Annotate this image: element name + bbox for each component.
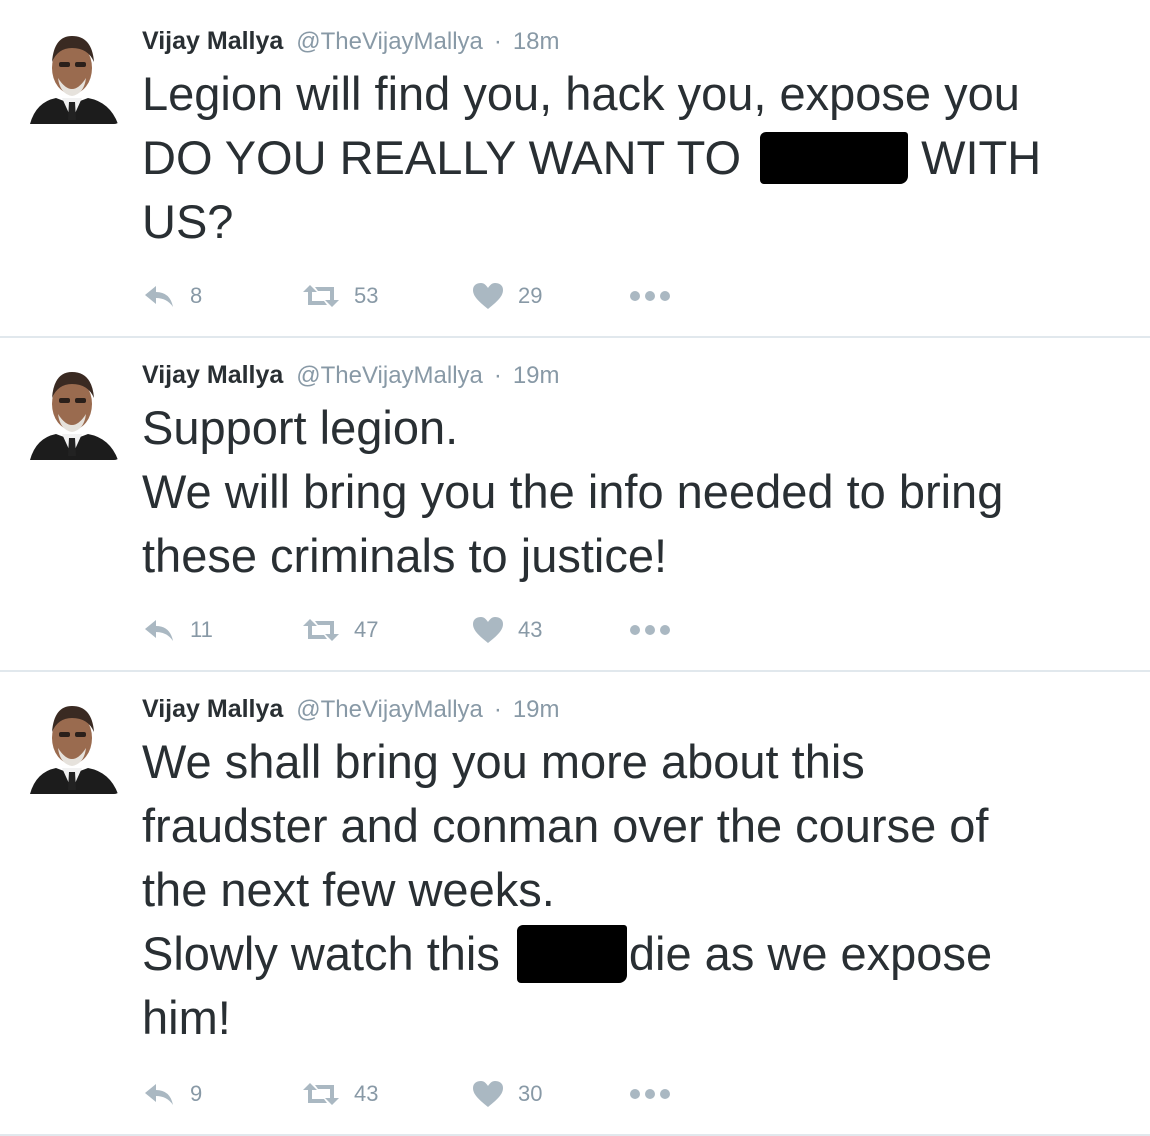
avatar[interactable]: [22, 24, 122, 124]
like-count: 30: [518, 1081, 543, 1106]
retweet-icon: [303, 619, 339, 641]
timestamp[interactable]: 18m: [513, 28, 560, 55]
avatar[interactable]: [22, 694, 122, 794]
reply-button[interactable]: 9: [142, 1076, 202, 1112]
more-options-button[interactable]: [629, 278, 671, 314]
timestamp[interactable]: 19m: [513, 696, 560, 723]
like-button[interactable]: 43: [472, 612, 542, 648]
tweet-header: Vijay Mallya @TheVijayMallya · 19m: [142, 360, 560, 390]
tweet-text-line: We shall bring you more about this: [142, 735, 865, 788]
tweet[interactable]: Vijay Mallya @TheVijayMallya · 19m We sh…: [0, 672, 1150, 1136]
retweet-count: 53: [354, 283, 379, 308]
more-options-icon: [630, 291, 670, 301]
display-name[interactable]: Vijay Mallya: [142, 695, 283, 723]
reply-count: 8: [190, 283, 203, 308]
separator: ·: [493, 28, 502, 55]
username[interactable]: @TheVijayMallya: [296, 696, 483, 723]
tweet-text-line: him!: [142, 991, 231, 1044]
reply-icon: [145, 620, 173, 641]
tweet-text: We shall bring you more about this fraud…: [142, 730, 1147, 1050]
reply-count: 9: [190, 1081, 203, 1106]
tweet-text-line: Slowly watch this die as we expose: [142, 922, 1147, 986]
tweet-text-line: fraudster and conman over the course of: [142, 799, 989, 852]
tweet-text-line: DO YOU REALLY WANT TO WITH: [142, 126, 1147, 190]
retweet-button[interactable]: 53: [302, 278, 378, 314]
tweet-text: Support legion. We will bring you the in…: [142, 396, 1147, 588]
retweet-count: 43: [354, 1081, 379, 1106]
like-button[interactable]: 29: [472, 278, 542, 314]
reply-button[interactable]: 11: [142, 612, 213, 648]
heart-icon: [473, 283, 503, 309]
tweet-text-segment: Slowly watch this: [142, 927, 513, 980]
like-button[interactable]: 30: [472, 1076, 542, 1112]
retweet-icon: [303, 285, 339, 307]
retweet-button[interactable]: 47: [302, 612, 378, 648]
tweet-text-segment: WITH: [908, 131, 1042, 184]
tweet-text-line: these criminals to justice!: [142, 529, 668, 582]
redaction-block: [760, 131, 909, 184]
reply-icon: [145, 1084, 173, 1105]
like-count: 43: [518, 617, 543, 642]
tweet-header: Vijay Mallya @TheVijayMallya · 19m: [142, 694, 560, 724]
timestamp[interactable]: 19m: [513, 362, 560, 389]
reply-icon: [145, 286, 173, 307]
like-count: 29: [518, 283, 543, 308]
tweet-text: Legion will find you, hack you, expose y…: [142, 62, 1147, 254]
separator: ·: [493, 696, 502, 723]
tweet-text-line: We will bring you the info needed to bri…: [142, 465, 1004, 518]
display-name[interactable]: Vijay Mallya: [142, 27, 283, 55]
username[interactable]: @TheVijayMallya: [296, 28, 483, 55]
heart-icon: [473, 617, 503, 643]
more-options-button[interactable]: [629, 1076, 671, 1112]
more-options-icon: [630, 1089, 670, 1099]
redaction-block: [516, 924, 627, 983]
tweet[interactable]: Vijay Mallya @TheVijayMallya · 18m Legio…: [0, 0, 1150, 338]
tweet-text-line: Legion will find you, hack you, expose y…: [142, 67, 1020, 120]
heart-icon: [473, 1081, 503, 1107]
tweet-text-line: Support legion.: [142, 401, 459, 454]
retweet-button[interactable]: 43: [302, 1076, 378, 1112]
reply-button[interactable]: 8: [142, 278, 202, 314]
separator: ·: [493, 362, 502, 389]
tweet-text-segment: DO YOU REALLY WANT TO: [142, 131, 755, 184]
tweet[interactable]: Vijay Mallya @TheVijayMallya · 19m Suppo…: [0, 338, 1150, 672]
username[interactable]: @TheVijayMallya: [296, 362, 483, 389]
timeline: Vijay Mallya @TheVijayMallya · 18m Legio…: [0, 0, 1150, 1136]
tweet-text-line: the next few weeks.: [142, 863, 555, 916]
reply-count: 11: [190, 617, 213, 642]
avatar[interactable]: [22, 360, 122, 460]
more-options-icon: [630, 625, 670, 635]
more-options-button[interactable]: [629, 612, 671, 648]
retweet-count: 47: [354, 617, 379, 642]
display-name[interactable]: Vijay Mallya: [142, 361, 283, 389]
tweet-text-segment: die as we expose: [628, 927, 993, 980]
tweet-header: Vijay Mallya @TheVijayMallya · 18m: [142, 26, 560, 56]
retweet-icon: [303, 1083, 339, 1105]
tweet-text-line: US?: [142, 195, 234, 248]
